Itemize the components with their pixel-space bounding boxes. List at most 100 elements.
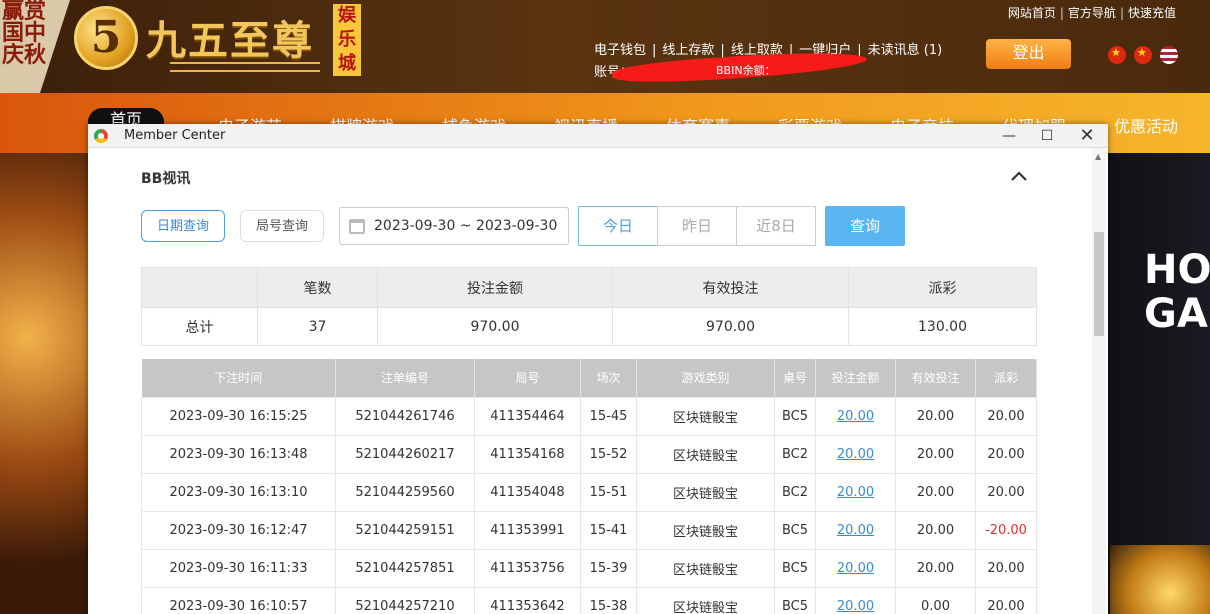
last-8-days-filter-button[interactable]: 近8日 — [736, 206, 816, 246]
bet-time: 2023-09-30 16:13:10 — [141, 472, 336, 512]
logout-button[interactable]: 登出 — [986, 39, 1071, 69]
summary-cell: 970.00 — [612, 307, 849, 346]
round-id: 411354048 — [474, 472, 581, 512]
logo-emblem[interactable]: 5 — [74, 6, 138, 70]
valid-bet: 20.00 — [895, 396, 976, 436]
link-official-nav[interactable]: 官方导航 — [1068, 6, 1116, 20]
promo-corner-text: 赢赏国中庆秋 — [2, 0, 47, 68]
scrollbar-thumb[interactable] — [1094, 232, 1104, 336]
summary-header-cell — [141, 267, 258, 308]
bet-time: 2023-09-30 16:10:57 — [141, 586, 336, 614]
payout: 20.00 — [975, 548, 1037, 588]
payout: 20.00 — [975, 396, 1037, 436]
minimize-button[interactable]: — — [990, 124, 1028, 148]
game-type: 区块链骰宝 — [636, 548, 775, 588]
flag-us-icon[interactable] — [1160, 46, 1178, 64]
window-titlebar[interactable]: Member Center — ☐ ✕ — [88, 124, 1108, 148]
browser-app-icon — [94, 129, 108, 143]
game-type: 区块链骰宝 — [636, 434, 775, 474]
payout: 20.00 — [975, 586, 1037, 614]
bet-amount-link[interactable]: 20.00 — [837, 447, 874, 462]
summary-cell: 37 — [257, 307, 378, 346]
summary-header-row: 笔数 投注金额 有效投注 派彩 — [141, 267, 1037, 308]
round-query-button[interactable]: 局号查询 — [240, 210, 324, 242]
scroll-up-arrow-icon[interactable]: ▲ — [1095, 152, 1101, 161]
valid-bet: 20.00 — [895, 510, 976, 550]
table-no: BC2 — [774, 434, 816, 474]
logo-digit: 5 — [90, 12, 122, 63]
payout: 20.00 — [975, 434, 1037, 474]
logo-name[interactable]: 九五至尊 — [146, 8, 314, 66]
link-e-wallet[interactable]: 电子钱包 — [594, 43, 646, 58]
bet-amount-cell: 20.00 — [815, 586, 896, 614]
table-no: BC5 — [774, 586, 816, 614]
bet-amount-cell: 20.00 — [815, 472, 896, 512]
date-range-input[interactable]: 2023-09-30 ~ 2023-09-30 — [339, 207, 569, 245]
bet-amount-link[interactable]: 20.00 — [837, 409, 874, 424]
table-row: 2023-09-30 16:12:47 521044259151 4113539… — [141, 510, 1037, 550]
bet-amount-cell: 20.00 — [815, 434, 896, 474]
link-unread-messages[interactable]: 未读讯息 (1) — [868, 43, 943, 58]
summary-table: 笔数 投注金额 有效投注 派彩 总计 37 970.00 970.00 130.… — [141, 267, 1037, 346]
session: 15-45 — [580, 396, 637, 436]
bet-detail-table: 下注时间 注单编号 局号 场次 游戏类别 桌号 投注金额 有效投注 派彩 202… — [141, 359, 1037, 614]
detail-header-cell: 桌号 — [774, 359, 816, 397]
close-button[interactable]: ✕ — [1068, 124, 1106, 148]
table-no: BC5 — [774, 510, 816, 550]
round-id: 411353756 — [474, 548, 581, 588]
bet-time: 2023-09-30 16:15:25 — [141, 396, 336, 436]
round-id: 411354168 — [474, 434, 581, 474]
bet-amount-link[interactable]: 20.00 — [837, 485, 874, 500]
bet-time: 2023-09-30 16:12:47 — [141, 510, 336, 550]
detail-header-cell: 游戏类别 — [636, 359, 775, 397]
summary-cell: 130.00 — [848, 307, 1037, 346]
payout: -20.00 — [975, 510, 1037, 550]
hero-right-art — [1110, 545, 1210, 614]
detail-header-cell: 有效投注 — [895, 359, 976, 397]
bet-amount-link[interactable]: 20.00 — [837, 523, 874, 538]
member-center-window: Member Center — ☐ ✕ ▲ BB视讯 日期查询 局号查询 202… — [88, 124, 1108, 614]
link-home[interactable]: 网站首页 — [1008, 6, 1056, 20]
today-filter-button[interactable]: 今日 — [578, 206, 658, 246]
bet-amount-link[interactable]: 20.00 — [837, 599, 874, 614]
chevron-up-icon[interactable] — [1009, 166, 1029, 186]
scrollbar-track[interactable] — [1092, 148, 1106, 614]
detail-header-row: 下注时间 注单编号 局号 场次 游戏类别 桌号 投注金额 有效投注 派彩 — [141, 359, 1037, 397]
link-quick-recharge[interactable]: 快速充值 — [1128, 6, 1176, 20]
detail-header-cell: 派彩 — [975, 359, 1037, 397]
bet-time: 2023-09-30 16:11:33 — [141, 548, 336, 588]
detail-header-cell: 局号 — [474, 359, 581, 397]
table-no: BC5 — [774, 548, 816, 588]
link-online-deposit[interactable]: 线上存款 — [662, 43, 714, 58]
summary-total-row: 总计 37 970.00 970.00 130.00 — [141, 307, 1037, 346]
section-title: BB视讯 — [141, 171, 191, 187]
table-row: 2023-09-30 16:10:57 521044257210 4113536… — [141, 586, 1037, 614]
date-range-value: 2023-09-30 ~ 2023-09-30 — [374, 218, 558, 234]
query-button[interactable]: 查询 — [825, 206, 905, 246]
summary-header-cell: 笔数 — [257, 267, 378, 308]
detail-header-cell: 下注时间 — [141, 359, 336, 397]
detail-header-cell: 投注金额 — [815, 359, 896, 397]
session: 15-38 — [580, 586, 637, 614]
flag-hk-icon[interactable] — [1108, 46, 1126, 64]
window-title: Member Center — [124, 128, 226, 143]
flag-cn-icon[interactable] — [1134, 46, 1152, 64]
calendar-icon — [349, 219, 365, 234]
detail-header-cell: 场次 — [580, 359, 637, 397]
nav-promotions[interactable]: 优惠活动 — [1114, 113, 1178, 137]
table-row: 2023-09-30 16:13:48 521044260217 4113541… — [141, 434, 1037, 474]
summary-header-cell: 派彩 — [848, 267, 1037, 308]
bet-id: 521044257210 — [335, 586, 475, 614]
yesterday-filter-button[interactable]: 昨日 — [657, 206, 737, 246]
maximize-button[interactable]: ☐ — [1028, 124, 1066, 148]
bet-id: 521044260217 — [335, 434, 475, 474]
round-id: 411353991 — [474, 510, 581, 550]
date-query-button[interactable]: 日期查询 — [141, 210, 225, 242]
table-no: BC2 — [774, 472, 816, 512]
hero-left-art — [0, 153, 90, 614]
bet-amount-link[interactable]: 20.00 — [837, 561, 874, 576]
table-row: 2023-09-30 16:11:33 521044257851 4113537… — [141, 548, 1037, 588]
game-type: 区块链骰宝 — [636, 396, 775, 436]
site-header: 赢赏国中庆秋 5 九五至尊 娱乐城 网站首页 | 官方导航 | 快速充值 电子钱包 | 线上… — [0, 0, 1210, 93]
bet-id: 521044257851 — [335, 548, 475, 588]
